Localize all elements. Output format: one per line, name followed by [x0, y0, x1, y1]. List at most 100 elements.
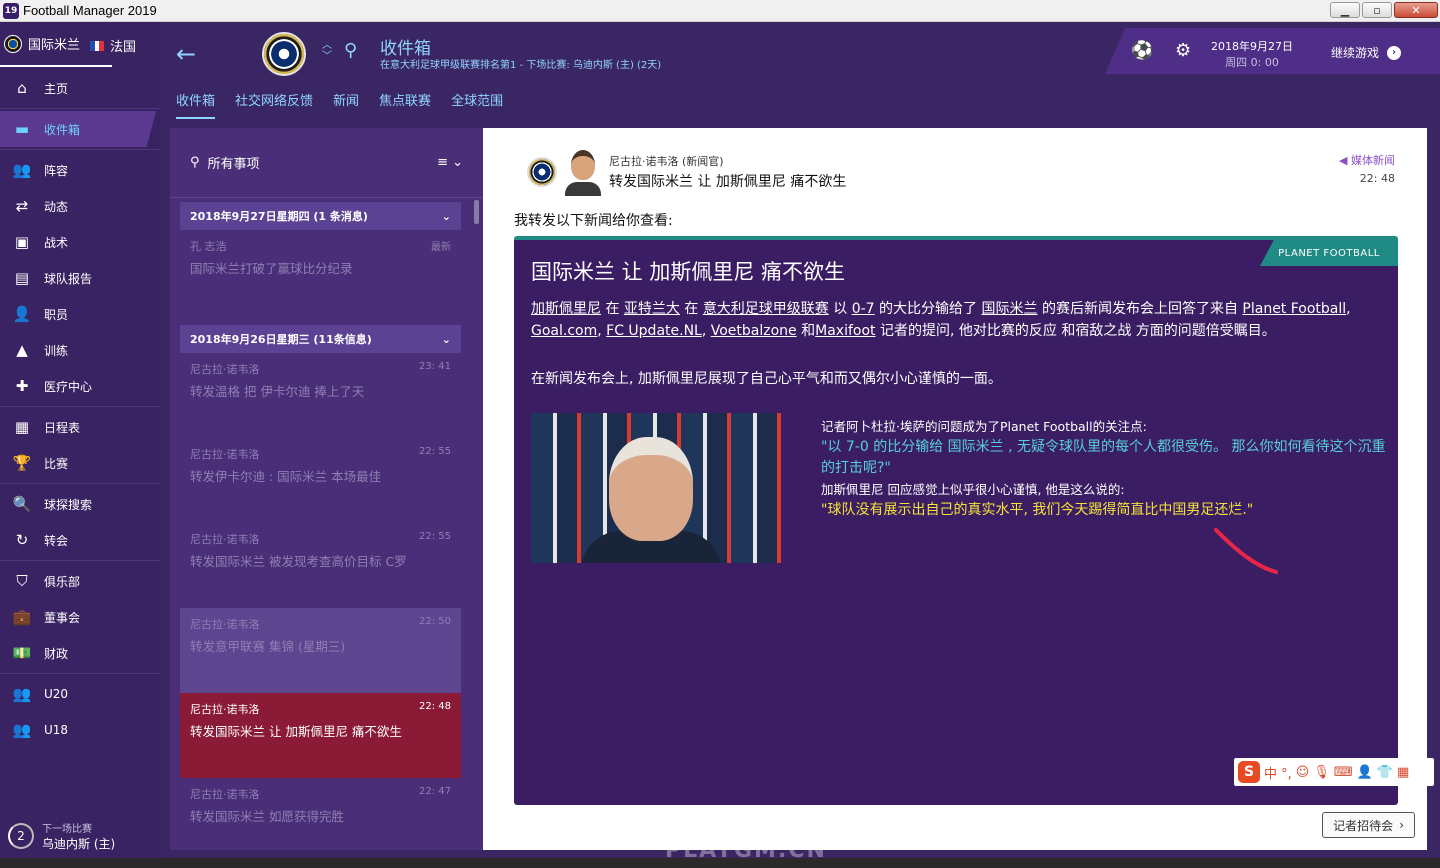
entity-link[interactable]: 意大利足球甲级联赛 — [703, 301, 829, 317]
list-item[interactable]: 尼古拉·诺韦洛 22: 55 转发伊卡尔迪 : 国际米兰 本场最佳 — [180, 438, 461, 523]
entity-link[interactable]: 亚特兰大 — [624, 301, 680, 317]
grid-icon[interactable]: ▦ — [1397, 765, 1409, 780]
search-icon[interactable]: ⚲ — [344, 40, 357, 61]
ime-toolbar[interactable]: S 中 °, ☺ 🎙 ⌨ 👤 👕 ▦ — [1234, 758, 1434, 786]
source-tag: PLANET FOOTBALL — [1260, 240, 1398, 266]
maximize-button[interactable]: ▫ — [1362, 2, 1392, 18]
menu-chevron-icon[interactable]: ≡ ⌄ — [437, 155, 463, 170]
staff-icon: 👤 — [12, 305, 32, 323]
back-arrow-icon[interactable]: ← — [176, 40, 196, 68]
list-item[interactable]: 尼古拉·诺韦洛 23: 41 转发温格 把 伊卡尔迪 捧上了天 — [180, 353, 461, 438]
sidebar-item-11[interactable]: 🔍 球探搜索 — [0, 486, 160, 522]
next-match[interactable]: 2 下一场比赛 乌迪内斯 (主) — [0, 816, 160, 856]
sidebar-item-14[interactable]: 💼 董事会 — [0, 599, 160, 635]
message-from: 孔 志浩 — [190, 240, 227, 253]
sidebar-item-12[interactable]: ↻ 转会 — [0, 522, 160, 558]
entity-link[interactable]: 国际米兰 — [982, 301, 1038, 317]
list-item[interactable]: 尼古拉·诺韦洛 22: 55 转发国际米兰 被发现考查高价目标 C罗 — [180, 523, 461, 608]
list-item[interactable]: 尼古拉·诺韦洛 22: 50 转发意甲联赛 集锦 (星期三) — [180, 608, 461, 693]
press-conference-button[interactable]: 记者招待会 › — [1322, 812, 1415, 838]
sidebar-item-16[interactable]: 👥 U20 — [0, 676, 160, 712]
entity-link[interactable]: 0-7 — [852, 301, 875, 317]
close-button[interactable]: ✕ — [1394, 2, 1438, 18]
sidebar-item-1[interactable]: ▬ 收件箱 — [0, 111, 156, 147]
text-run: 以 — [828, 301, 852, 317]
entity-link[interactable]: Voetbalzone — [711, 323, 797, 339]
message-subject: 转发伊卡尔迪 : 国际米兰 本场最佳 — [190, 469, 382, 484]
sidebar-item-15[interactable]: 💵 财政 — [0, 635, 160, 671]
answer-intro: 加斯佩里尼 回应感觉上似乎很小心谨慎, 他是这么说的: — [821, 482, 1125, 497]
sender-avatar[interactable] — [565, 148, 601, 196]
emoji-icon[interactable]: ☺ — [1296, 765, 1310, 780]
sidebar-item-0[interactable]: ⌂ 主页 — [0, 70, 160, 106]
up-down-chevron-icon[interactable]: ︿ ﹀ — [322, 40, 332, 62]
next-match-opponent: 乌迪内斯 (主) — [42, 837, 116, 851]
list-item[interactable]: 尼古拉·诺韦洛 22: 48 转发国际米兰 让 加斯佩里尼 痛不欲生 — [180, 693, 461, 778]
text-run: 在 — [601, 301, 624, 317]
shirt-icon[interactable]: 👕 — [1377, 765, 1393, 780]
sidebar-item-17[interactable]: 👥 U18 — [0, 712, 160, 748]
list-item[interactable]: 尼古拉·诺韦洛 22: 47 转发国际米兰 如愿获得完胜 — [180, 778, 461, 863]
country-selector[interactable]: 法国 — [90, 36, 136, 55]
scrollbar[interactable] — [474, 200, 479, 224]
text-run: , — [597, 323, 607, 339]
sidebar-item-5[interactable]: ▤ 球队报告 — [0, 260, 160, 296]
sidebar-item-6[interactable]: 👤 职员 — [0, 296, 160, 332]
game-time-text: 周四 0: 00 — [1225, 56, 1279, 69]
date-group-header[interactable]: 2018年9月26日星期三 (11条信息) ⌄ — [180, 325, 461, 353]
message-from: 尼古拉·诺韦洛 — [190, 618, 260, 631]
message-from: 尼古拉·诺韦洛 — [190, 788, 260, 801]
trophy-icon: 🏆 — [12, 454, 32, 472]
chevron-down-icon: ⌄ — [441, 332, 451, 346]
inter-badge-icon[interactable] — [262, 32, 306, 76]
press-button-label: 记者招待会 — [1333, 818, 1394, 833]
entity-link[interactable]: 加斯佩里尼 — [531, 301, 601, 317]
tactics-icon: ▣ — [14, 233, 30, 251]
keyboard-icon[interactable]: ⌨ — [1334, 765, 1353, 780]
football-icon[interactable]: ⚽ — [1131, 40, 1153, 61]
france-flag-icon — [90, 40, 105, 51]
message-subject: 转发国际米兰 被发现考查高价目标 C罗 — [190, 554, 407, 569]
minimize-button[interactable]: ▁ — [1330, 2, 1360, 18]
entity-link[interactable]: Planet Football — [1242, 301, 1346, 317]
sidebar-item-10[interactable]: 🏆 比赛 — [0, 445, 160, 481]
sidebar-item-label: 战术 — [44, 235, 69, 250]
mic-icon[interactable]: 🎙 — [1313, 765, 1330, 780]
tab-0[interactable]: 收件箱 — [176, 90, 216, 119]
filter-bar[interactable]: ⚲ 所有事项 ≡ ⌄ — [170, 128, 483, 198]
country-name: 法国 — [110, 40, 137, 55]
tab-3[interactable]: 焦点联赛 — [379, 90, 431, 119]
entity-link[interactable]: Goal.com — [531, 323, 597, 339]
report-icon: ▤ — [14, 269, 30, 287]
message-time: 22: 55 — [419, 446, 451, 457]
sidebar-item-9[interactable]: ▦ 日程表 — [0, 409, 160, 445]
date-group-header[interactable]: 2018年9月27日星期四 (1 条消息) ⌄ — [180, 202, 461, 230]
tab-4[interactable]: 全球范围 — [451, 90, 503, 119]
tab-2[interactable]: 新闻 — [333, 90, 359, 119]
entity-link[interactable]: FC Update.NL — [606, 323, 702, 339]
sidebar-item-7[interactable]: ▲ 训练 — [0, 332, 160, 368]
list-item[interactable]: 孔 志浩 最新 国际米兰打破了赢球比分纪录 — [180, 230, 461, 315]
tab-1[interactable]: 社交网络反馈 — [235, 90, 313, 119]
sidebar-item-4[interactable]: ▣ 战术 — [0, 224, 160, 260]
forward-intro: 我转发以下新闻给你查看: — [514, 213, 673, 229]
sidebar-item-13[interactable]: ⛉ 俱乐部 — [0, 563, 160, 599]
continue-button[interactable]: 继续游戏 › — [1331, 44, 1402, 61]
sidebar-item-3[interactable]: ⇄ 动态 — [0, 188, 160, 224]
filter-label: 所有事项 — [207, 157, 260, 172]
sidebar-item-8[interactable]: ✚ 医疗中心 — [0, 368, 160, 404]
sidebar-item-label: 球探搜索 — [44, 497, 93, 512]
user-icon[interactable]: 👤 — [1357, 765, 1373, 780]
chevron-right-icon: › — [1399, 818, 1404, 832]
transfer-icon: ↻ — [15, 531, 29, 549]
sidebar-item-2[interactable]: 👥 阵容 — [0, 152, 160, 188]
sender-row: 尼古拉·诺韦洛 (新闻官) 转发国际米兰 让 加斯佩里尼 痛不欲生 — [527, 148, 846, 196]
u18-icon: 👥 — [12, 721, 32, 739]
home-icon: ⌂ — [17, 79, 27, 97]
days-until-icon: 2 — [8, 823, 34, 849]
message-from: 尼古拉·诺韦洛 — [190, 533, 260, 546]
squad-icon: 👥 — [12, 161, 32, 179]
page-subtitle: 在意大利足球甲级联赛排名第1 - 下场比赛: 乌迪内斯 (主) (2天) — [380, 60, 662, 71]
entity-link[interactable]: Maxifoot — [815, 323, 875, 339]
gear-icon[interactable]: ⚙ — [1175, 40, 1191, 61]
